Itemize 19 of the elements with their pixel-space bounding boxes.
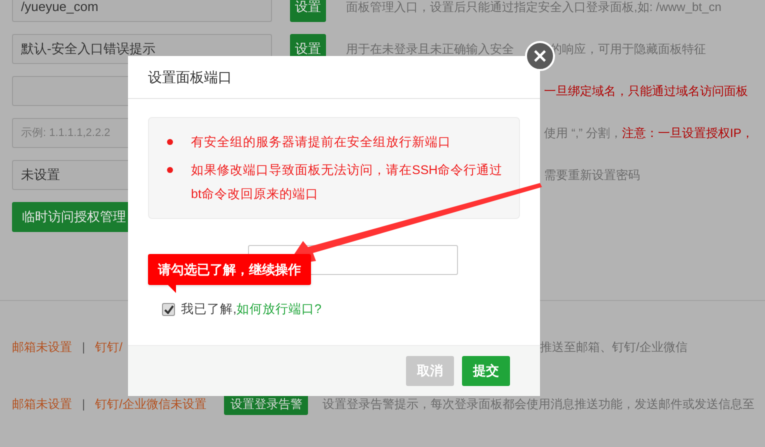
field-value: 未设置 [21, 166, 60, 184]
alert-description: 设置登录告警提示，每次登录面板都会使用消息推送功能，发送邮件或发送信息至 [322, 396, 754, 412]
warning-text: 一旦绑定域名，只能通过域名访问面板 [544, 83, 748, 100]
setting-description: 用于在未登录且未正确输入安全 [346, 41, 514, 58]
acknowledge-label: 我已了解, [181, 301, 236, 318]
separator: | [82, 338, 86, 356]
setting-description: 面板管理入口，设置后只能通过指定安全入口登录面板,如: /www_bt_cn [346, 0, 722, 16]
warning-text: 注意：一旦设置授权IP， [622, 125, 754, 142]
setting-description: 需要重新设置密码 [544, 167, 640, 184]
dialog-title: 设置面板端口 [148, 68, 232, 86]
separator: | [82, 396, 86, 412]
notice-text: 有安全组的服务器请提前在安全组放行新端口 [191, 134, 451, 151]
setting-description: 使用 “,” 分割， [544, 125, 622, 142]
field-placeholder: 示例: 1.1.1.1,2.2.2 [21, 126, 110, 141]
tooltip-text: 请勾选已了解，继续操作 [158, 260, 301, 279]
notice-text: 如果修改端口导致面板无法访问，请在SSH命令行通过bt命令改回原来的端口 [191, 162, 503, 203]
field-value: 默认-安全入口错误提示 [21, 40, 156, 58]
field-value: /yueyue_com [21, 0, 98, 16]
alert-description: 推送至邮箱、钉钉/企业微信 [540, 338, 688, 356]
